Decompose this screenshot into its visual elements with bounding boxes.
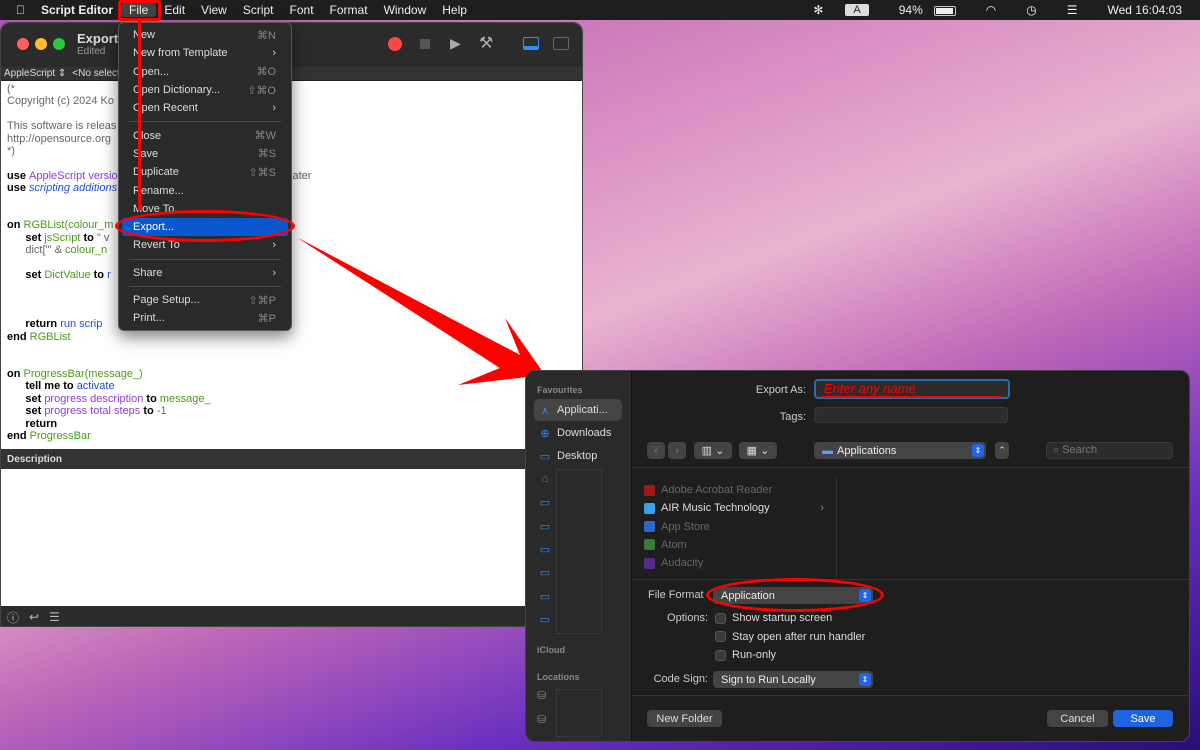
view-mode-button[interactable]: ▥ ⌄ (694, 442, 732, 459)
home-icon[interactable]: ⌂ (539, 473, 551, 485)
file-name: AIR Music Technology (661, 502, 770, 515)
app-icon (644, 521, 655, 533)
redacted-area (556, 689, 602, 737)
folder-icon[interactable]: ▭ (539, 590, 551, 603)
icloud-header: iCloud (537, 645, 565, 655)
export-as-value: Enter any name (824, 381, 916, 396)
app-icon (644, 539, 655, 551)
folder-icon: ▬ (822, 444, 833, 457)
file-name: App Store (661, 520, 710, 533)
folder-icon[interactable]: ▭ (539, 543, 551, 556)
chevron-right-icon: › (820, 502, 824, 515)
option-label: Show startup screen (732, 612, 833, 624)
sidebar-item-label: Desktop (557, 450, 598, 462)
chevron-updown-icon: ⇕ (972, 444, 984, 457)
downloads-icon: ⊕ (540, 427, 550, 440)
folder-icon[interactable]: ▭ (539, 520, 551, 533)
location-popup[interactable]: ▬ Applications ⇕ (814, 442, 986, 459)
checkbox[interactable] (715, 649, 726, 661)
locations-header: Locations (537, 672, 580, 682)
sidebar-item-label: Downloads (557, 427, 612, 439)
file-row[interactable]: AIR Music Technology › (644, 502, 824, 514)
folder-icon (644, 502, 655, 514)
code-sign-popup[interactable]: Sign to Run Locally ⇕ (713, 671, 873, 688)
disk-icon[interactable]: ⛁ (537, 713, 546, 726)
code-sign-value: Sign to Run Locally (721, 673, 816, 686)
sidebar-item-label: Applicati... (557, 404, 608, 416)
code-sign-label: Code Sign: (653, 673, 708, 685)
option-checkbox[interactable]: Stay open after run handler (715, 631, 865, 643)
sidebar-item-desktop[interactable]: ▭ Desktop (534, 445, 622, 467)
forward-button[interactable]: › (668, 442, 686, 459)
group-button[interactable]: ▦ ⌄ (739, 442, 777, 459)
file-row[interactable]: Audacity (644, 557, 824, 569)
column-divider (836, 477, 837, 579)
search-placeholder: Search (1062, 444, 1098, 456)
sidebar-item-applications[interactable]: ⋏ Applicati... (534, 399, 622, 421)
app-icon (644, 557, 655, 569)
favourites-header: Favourites (537, 385, 583, 395)
app-icon (644, 484, 655, 496)
file-name: Adobe Acrobat Reader (661, 484, 773, 496)
redacted-area (556, 469, 602, 634)
option-label: Run-only (732, 649, 777, 661)
divider (632, 467, 1189, 468)
folder-icon[interactable]: ▭ (539, 496, 551, 509)
applications-icon: ⋏ (540, 404, 550, 417)
folder-icon[interactable]: ▭ (539, 566, 551, 579)
disk-icon[interactable]: ⛁ (537, 689, 546, 702)
divider (632, 695, 1189, 696)
file-row[interactable]: Atom (644, 539, 824, 551)
folder-icon: ▭ (539, 450, 551, 463)
sidebar: Favourites ⋏ Applicati... ⊕ Downloads ▭ Des… (526, 371, 632, 741)
annotation-underline (821, 396, 1001, 398)
divider (632, 579, 1189, 580)
search-icon: ⌕ (1053, 444, 1063, 456)
tags-input[interactable] (814, 407, 1008, 423)
search-input[interactable]: ⌕ Search (1046, 442, 1173, 459)
chevron-updown-icon: ⇕ (859, 673, 871, 686)
checkbox[interactable] (715, 631, 726, 642)
location-value: Applications (837, 444, 897, 457)
file-name: Atom (661, 538, 687, 551)
back-button[interactable]: ‹ (647, 442, 665, 459)
expand-collapse-button[interactable]: ⌃ (995, 442, 1009, 459)
folder-icon[interactable]: ▭ (539, 613, 551, 626)
new-folder-button[interactable]: New Folder (647, 710, 722, 727)
option-checkbox[interactable]: Run-only (715, 649, 776, 661)
options-label: Options: (667, 612, 708, 624)
option-label: Stay open after run handler (732, 630, 866, 643)
checkbox[interactable] (715, 612, 726, 624)
file-format-label: File Format (648, 589, 704, 601)
annotation-format-ring (706, 578, 884, 612)
file-row[interactable]: Adobe Acrobat Reader (644, 484, 824, 496)
export-as-label: Export As: (755, 384, 806, 396)
save-button[interactable]: Save (1113, 710, 1173, 727)
sidebar-item-downloads[interactable]: ⊕ Downloads (534, 422, 622, 444)
export-dialog: Favourites ⋏ Applicati... ⊕ Downloads ▭ Des… (525, 370, 1190, 742)
tags-label: Tags: (779, 411, 806, 423)
cancel-button[interactable]: Cancel (1047, 710, 1108, 727)
file-name: Audacity (661, 557, 704, 570)
file-row[interactable]: App Store (644, 521, 824, 533)
option-checkbox[interactable]: Show startup screen (715, 612, 832, 624)
